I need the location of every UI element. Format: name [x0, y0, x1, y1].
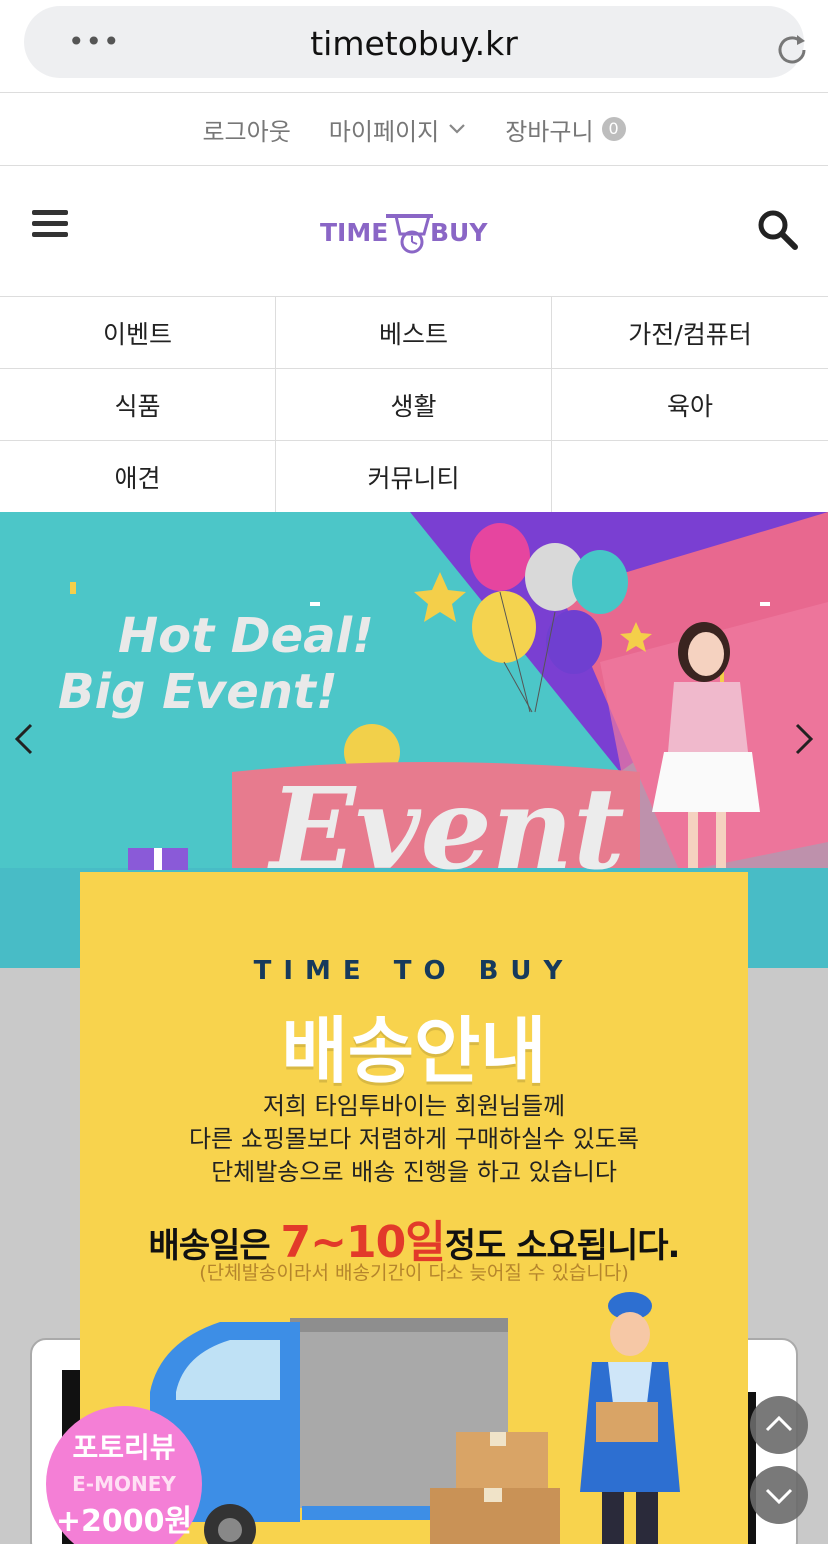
popup-desc-line-3: 단체발송으로 배송 진행을 하고 있습니다 — [211, 1158, 617, 1186]
hamburger-menu-icon[interactable] — [32, 210, 68, 240]
browser-toolbar: ••• timetobuy.kr — [0, 0, 828, 92]
search-icon[interactable] — [756, 208, 800, 252]
category-pet[interactable]: 애견 — [0, 441, 276, 513]
category-food[interactable]: 식품 — [0, 369, 276, 441]
popup-title: 배송안내 — [281, 1009, 547, 1093]
chevron-down-icon — [449, 124, 465, 134]
utility-nav: 로그아웃 마이페이지 장바구니 0 — [0, 92, 828, 166]
delivery-man-image — [580, 1292, 680, 1544]
popup-description: 저희 타임투바이는 회원님들께 다른 쇼핑몰보다 저렴하게 구매하실수 있도록 … — [80, 1090, 748, 1189]
popup-brand: TIME TO BUY — [253, 956, 575, 986]
cart-count-badge: 0 — [601, 117, 626, 141]
review-badge-line-2: E-MONEY — [72, 1472, 176, 1496]
reload-icon[interactable] — [772, 30, 812, 70]
category-grid: 이벤트 베스트 가전/컴퓨터 식품 생활 육아 애견 커뮤니티 — [0, 296, 828, 513]
category-electronics[interactable]: 가전/컴퓨터 — [552, 297, 828, 369]
category-living[interactable]: 생활 — [276, 369, 552, 441]
cart-clock-icon — [386, 214, 433, 254]
banner-next-arrow-icon[interactable] — [792, 722, 816, 756]
popup-sub-note: (단체발송이라서 배송기간이 다소 늦어질 수 있습니다) — [199, 1262, 629, 1284]
url-text[interactable]: timetobuy.kr — [24, 24, 804, 63]
scroll-top-button[interactable] — [750, 1396, 808, 1454]
mypage-label: 마이페이지 — [328, 117, 440, 146]
popup-desc-line-1: 저희 타임투바이는 회원님들께 — [262, 1092, 566, 1120]
mypage-link[interactable]: 마이페이지 — [329, 112, 467, 147]
scroll-bottom-button[interactable] — [750, 1466, 808, 1524]
logo-text-left: TIME — [320, 218, 388, 247]
category-best[interactable]: 베스트 — [276, 297, 552, 369]
banner-prev-arrow-icon[interactable] — [12, 722, 36, 756]
review-badge-line-1: 포토리뷰 — [72, 1431, 176, 1464]
cart-label: 장바구니 — [505, 117, 594, 146]
address-bar[interactable]: ••• timetobuy.kr — [24, 6, 806, 78]
chevron-down-icon — [765, 1488, 793, 1505]
cart-link[interactable]: 장바구니 0 — [505, 112, 626, 147]
category-community[interactable]: 커뮤니티 — [276, 441, 552, 513]
review-badge-line-3: +2000원 — [55, 1504, 193, 1539]
photo-review-badge[interactable]: 포토리뷰 E-MONEY +2000원 — [46, 1406, 202, 1544]
logout-label: 로그아웃 — [202, 117, 291, 146]
logo-text-right: BUY — [430, 218, 488, 247]
category-event[interactable]: 이벤트 — [0, 297, 276, 369]
banner-headline-2: Big Event! — [58, 664, 338, 720]
category-empty — [552, 441, 828, 513]
banner-headline-1: Hot Deal! — [118, 608, 374, 664]
category-baby[interactable]: 육아 — [552, 369, 828, 441]
chevron-up-icon — [765, 1415, 793, 1432]
site-header: TIME BUY — [0, 166, 828, 296]
site-logo[interactable]: TIME BUY — [318, 206, 518, 256]
logout-link[interactable]: 로그아웃 — [202, 112, 290, 147]
popup-desc-line-2: 다른 쇼핑몰보다 저렴하게 구매하실수 있도록 — [188, 1125, 640, 1153]
